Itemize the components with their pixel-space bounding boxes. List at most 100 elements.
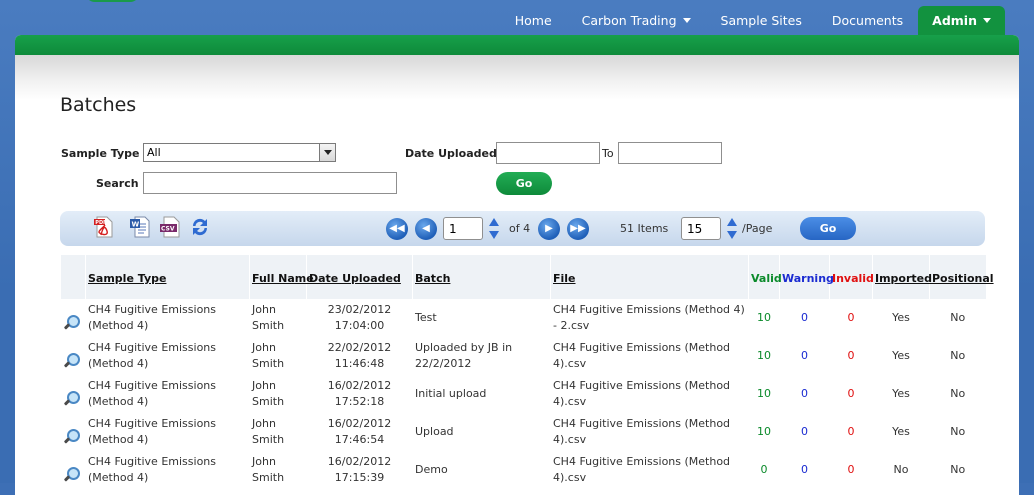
column-header-view [60, 255, 86, 299]
date-from-input[interactable] [496, 142, 600, 164]
chevron-down-icon [983, 18, 991, 23]
arrow-down-icon[interactable] [489, 231, 499, 239]
sample-type-cell: CH4 Fugitive Emissions (Method 4) [85, 413, 250, 451]
column-header-positional[interactable]: Positional [929, 255, 994, 299]
warning-count: 0 [779, 451, 830, 489]
arrow-up-icon[interactable] [489, 218, 499, 226]
csv-export-icon[interactable]: CSV [159, 215, 181, 239]
sample-type-label: Sample Type [61, 147, 140, 160]
positional-cell: No [929, 375, 986, 413]
next-page-icon: ▶ [545, 223, 553, 234]
page-number-input[interactable]: 1 [443, 217, 483, 240]
table-row: CH4 Fugitive Emissions (Method 4) John S… [60, 337, 986, 375]
column-header-valid[interactable]: Valid [748, 255, 782, 299]
page-count-label: of 4 [509, 222, 531, 235]
upload-time: 11:46:48 [334, 357, 385, 370]
search-label: Search [96, 177, 139, 190]
column-header-date-uploaded[interactable]: Date Uploaded [306, 255, 413, 299]
items-count-label: 51 Items [620, 222, 669, 235]
valid-count: 10 [748, 375, 780, 413]
pdf-export-icon[interactable]: PDF [93, 215, 115, 239]
nav-item-documents[interactable]: Documents [817, 6, 918, 36]
word-export-icon[interactable]: W [129, 215, 151, 239]
upload-time: 17:15:39 [334, 471, 385, 484]
warning-count: 0 [779, 413, 830, 451]
imported-cell: No [872, 451, 930, 489]
nav-item-carbon-trading[interactable]: Carbon Trading [567, 6, 706, 36]
panel-header-bar [15, 35, 1019, 55]
magnifier-icon[interactable] [63, 390, 80, 406]
column-header-full-name[interactable]: Full Name [249, 255, 314, 299]
batch-cell: Upload [412, 413, 551, 451]
date-uploaded-cell: 16/02/2012 17:15:39 [306, 451, 413, 489]
invalid-count: 0 [829, 451, 873, 489]
nav-item-sample-sites[interactable]: Sample Sites [706, 6, 817, 36]
view-cell [60, 413, 86, 451]
upload-time: 17:04:00 [334, 319, 385, 332]
refresh-icon[interactable] [189, 215, 211, 239]
previous-page-icon: ◀ [422, 223, 430, 234]
date-uploaded-cell: 16/02/2012 17:46:54 [306, 413, 413, 451]
full-name-cell: John Smith [249, 337, 307, 375]
file-cell: CH4 Fugitive Emissions (Method 4).csv [550, 451, 749, 489]
filter-go-button[interactable]: Go [496, 172, 552, 195]
nav-item-label: Home [514, 13, 552, 28]
toolbar-go-button[interactable]: Go [800, 217, 856, 240]
column-header-file[interactable]: File [550, 255, 749, 299]
table-row: CH4 Fugitive Emissions (Method 4) John S… [60, 299, 986, 337]
magnifier-icon[interactable] [63, 314, 80, 330]
full-name-cell: John Smith [249, 451, 307, 489]
full-name-cell: John Smith [249, 413, 307, 451]
imported-cell: Yes [872, 375, 930, 413]
upload-date: 23/02/2012 [327, 303, 392, 316]
chevron-down-icon[interactable] [319, 144, 335, 161]
invalid-count: 0 [829, 337, 873, 375]
nav-item-admin[interactable]: Admin [918, 6, 1005, 36]
page-size-spinner[interactable] [727, 217, 737, 241]
column-header-warning[interactable]: Warning [779, 255, 834, 299]
batches-table: Sample Type Full Name Date Uploaded Batc… [60, 255, 994, 489]
full-name-cell: John Smith [249, 299, 307, 337]
warning-count: 0 [779, 337, 830, 375]
imported-cell: Yes [872, 413, 930, 451]
sample-type-cell: CH4 Fugitive Emissions (Method 4) [85, 451, 250, 489]
file-cell: CH4 Fugitive Emissions (Method 4).csv [550, 413, 749, 451]
last-page-icon: ▶▶ [570, 223, 586, 234]
nav-item-label: Documents [831, 13, 904, 28]
file-cell: CH4 Fugitive Emissions (Method 4).csv [550, 337, 749, 375]
last-page-button[interactable]: ▶▶ [567, 218, 589, 240]
first-page-button[interactable]: ◀◀ [386, 218, 408, 240]
next-page-button[interactable]: ▶ [538, 218, 560, 240]
sample-type-cell: CH4 Fugitive Emissions (Method 4) [85, 299, 250, 337]
batch-cell: Test [412, 299, 551, 337]
upload-date: 22/02/2012 [327, 341, 392, 354]
upload-date: 16/02/2012 [327, 455, 392, 468]
page-number-spinner[interactable] [489, 217, 499, 241]
column-header-sample-type[interactable]: Sample Type [85, 255, 250, 299]
valid-count: 10 [748, 299, 780, 337]
chevron-down-icon [682, 18, 691, 23]
date-to-input[interactable] [618, 142, 722, 164]
previous-page-button[interactable]: ◀ [415, 218, 437, 240]
magnifier-icon[interactable] [63, 466, 80, 482]
nav-item-home[interactable]: Home [500, 6, 567, 36]
imported-cell: Yes [872, 299, 930, 337]
search-input[interactable] [143, 172, 397, 194]
sample-type-value: All [147, 146, 161, 159]
page-size-input[interactable]: 15 [681, 217, 721, 240]
positional-cell: No [929, 451, 986, 489]
nav-item-label: Admin [932, 13, 977, 28]
sample-type-select[interactable]: All [143, 143, 336, 162]
valid-count: 0 [748, 451, 780, 489]
upload-time: 17:52:18 [334, 395, 385, 408]
magnifier-icon[interactable] [63, 428, 80, 444]
magnifier-icon[interactable] [63, 352, 80, 368]
arrow-up-icon[interactable] [727, 218, 737, 226]
column-header-imported[interactable]: Imported [872, 255, 932, 299]
valid-count: 10 [748, 413, 780, 451]
date-uploaded-cell: 23/02/2012 17:04:00 [306, 299, 413, 337]
arrow-down-icon[interactable] [727, 231, 737, 239]
column-header-invalid[interactable]: Invalid [829, 255, 874, 299]
column-header-batch[interactable]: Batch [412, 255, 551, 299]
first-page-icon: ◀◀ [389, 223, 405, 234]
